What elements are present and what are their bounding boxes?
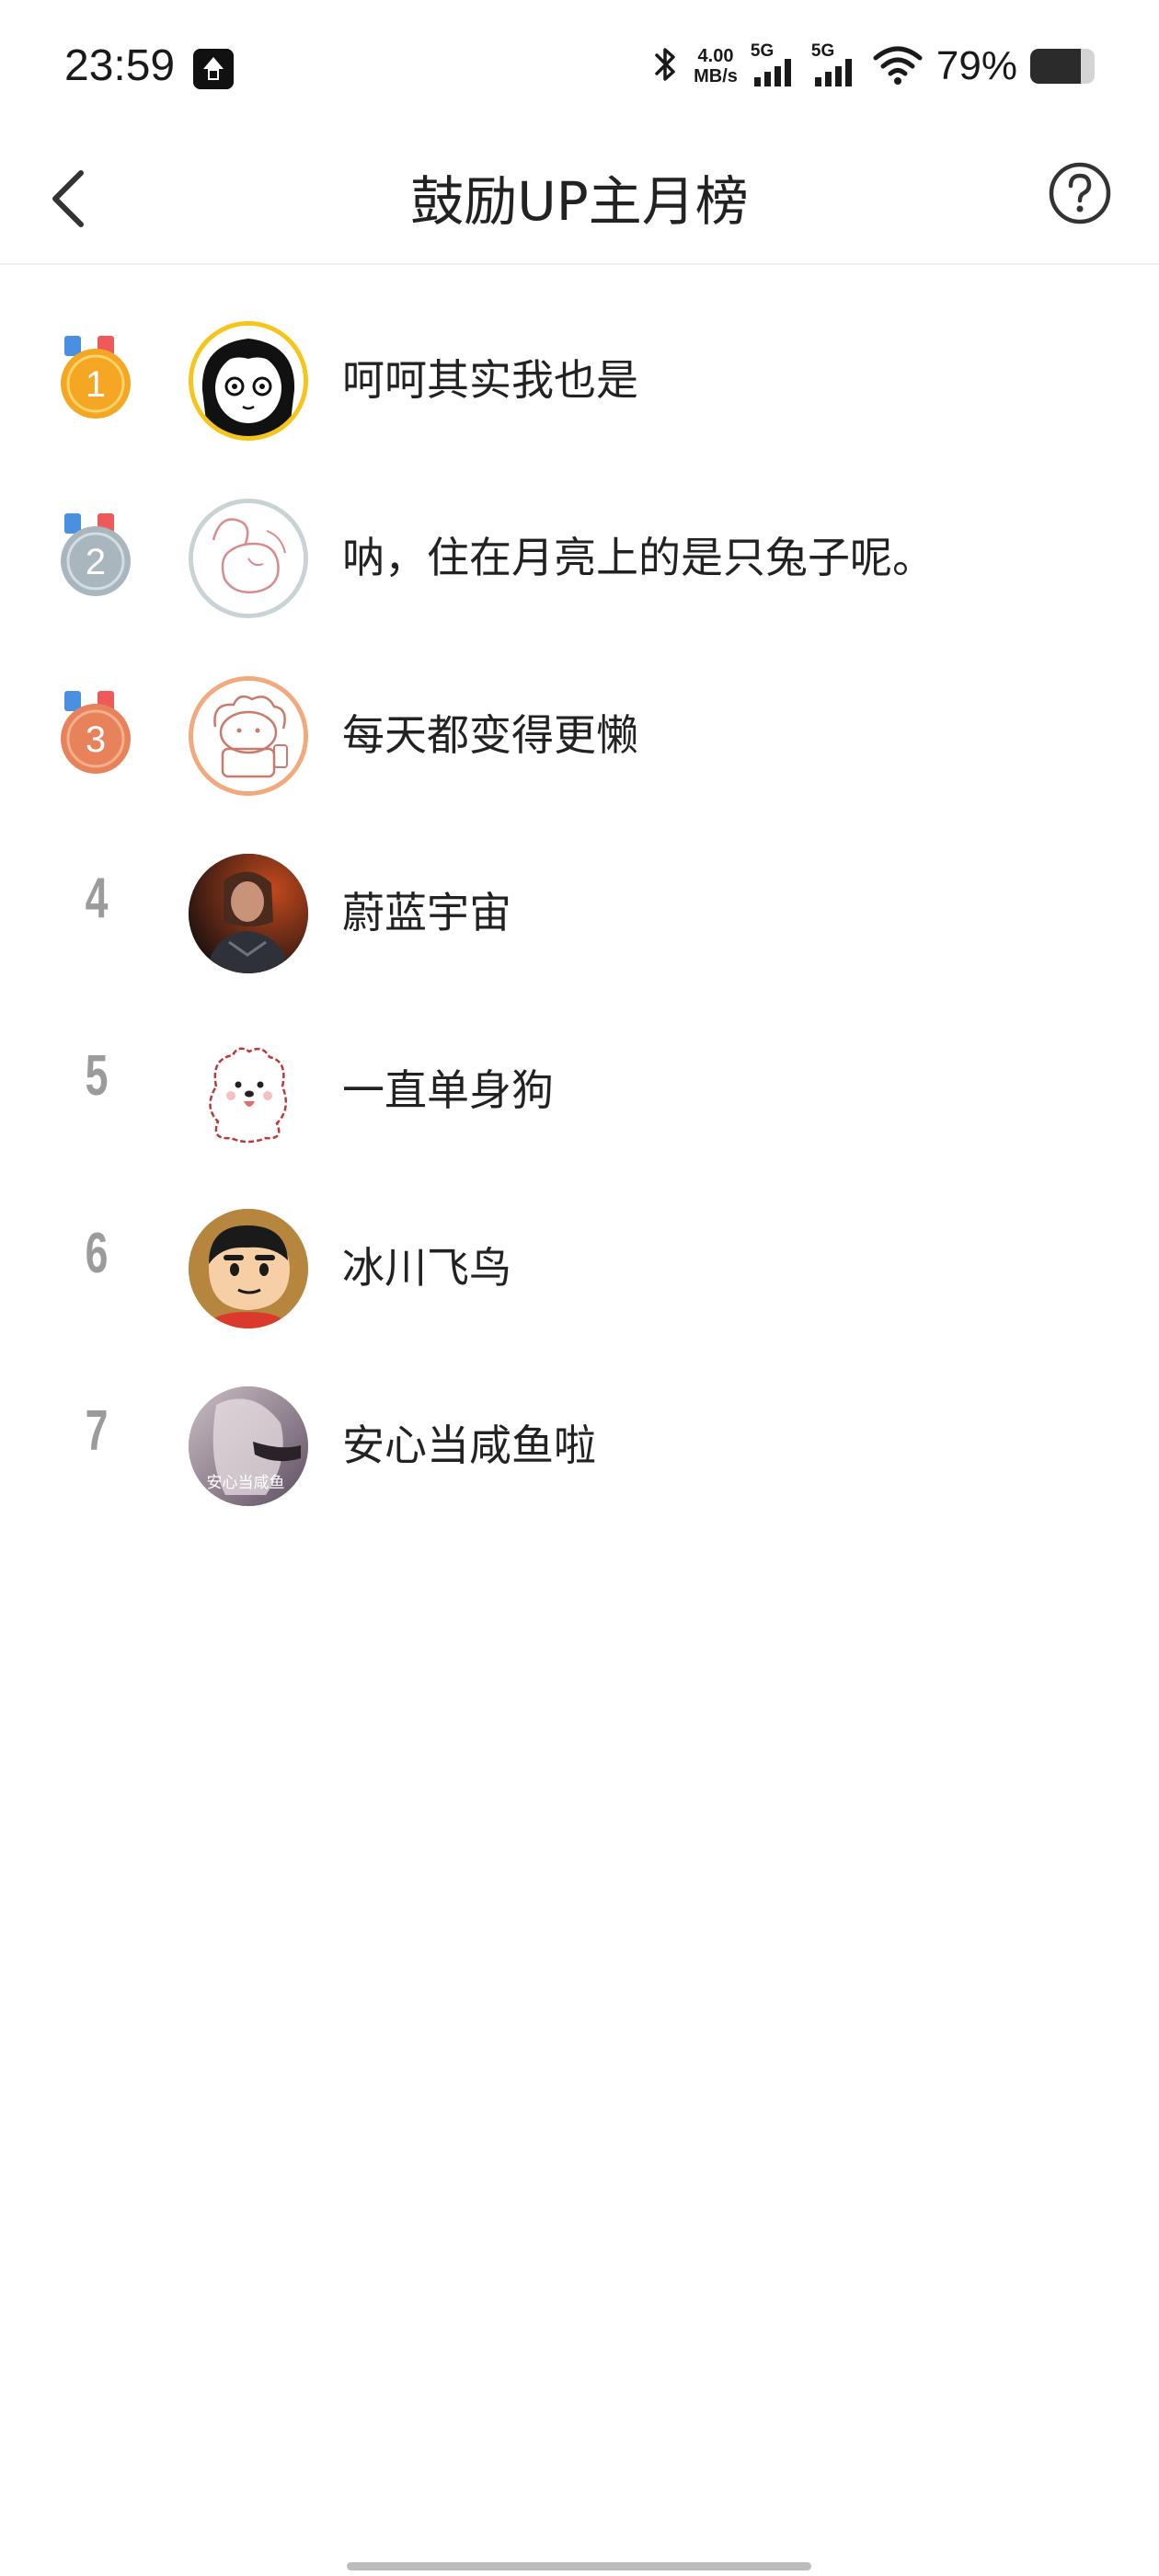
avatar[interactable] (189, 854, 308, 973)
avatar[interactable] (189, 1031, 308, 1151)
ranking-row[interactable]: 6 冰川飞鸟 (0, 1164, 1159, 1341)
username[interactable]: 每天都变得更懒 (342, 705, 638, 765)
rank-number: 7 (85, 1399, 109, 1463)
home-indicator[interactable] (347, 2562, 811, 2570)
avatar[interactable] (189, 321, 308, 441)
network-speed-value: 4.00 (697, 46, 734, 66)
cellular-signal-2-icon: 5G (811, 42, 859, 90)
ranking-list: 1 呵呵其实我也是 2 呐，住在月亮上的是只兔子呢。 3 每天都变得更懒 4 蔚… (0, 276, 1159, 1519)
avatar[interactable] (189, 499, 308, 618)
medal-rank-label: 1 (86, 364, 106, 405)
silver-medal-icon: 2 (55, 513, 138, 596)
question-circle-icon (1049, 162, 1111, 224)
rank-number: 4 (85, 867, 109, 930)
navigation-header: 鼓励UP主月榜 (0, 138, 1159, 265)
network-speed-unit: MB/s (694, 66, 738, 86)
wifi-icon (872, 43, 924, 89)
username[interactable]: 呐，住在月亮上的是只兔子呢。 (342, 527, 935, 588)
gold-medal-icon: 1 (55, 336, 138, 419)
medal-rank-label: 2 (86, 542, 106, 582)
ranking-row[interactable]: 5 一直单身狗 (0, 986, 1159, 1164)
network-speed: 4.00 MB/s (694, 46, 738, 86)
bronze-medal-icon: 3 (55, 691, 138, 774)
medal-rank-label: 3 (86, 719, 106, 760)
battery-icon (1030, 49, 1095, 84)
ranking-row[interactable]: 7 安心当咸鱼 安心当咸鱼啦 (0, 1341, 1159, 1519)
rank-number: 5 (85, 1044, 109, 1108)
notification-app-icon (193, 49, 234, 89)
page-title: 鼓励UP主月榜 (410, 170, 749, 233)
help-button[interactable] (1047, 160, 1113, 226)
bluetooth-icon (649, 44, 681, 88)
username[interactable]: 冰川飞鸟 (342, 1237, 511, 1298)
battery-level-fill (1030, 49, 1082, 84)
avatar[interactable]: 安心当咸鱼 (189, 1386, 308, 1506)
status-time: 23:59 (64, 41, 176, 90)
avatar-caption: 安心当咸鱼 (207, 1474, 285, 1492)
battery-percent: 79% (935, 43, 1017, 88)
ranking-row[interactable]: 3 每天都变得更懒 (0, 631, 1159, 809)
rank-number: 6 (85, 1222, 109, 1285)
avatar[interactable] (189, 676, 308, 796)
username[interactable]: 安心当咸鱼啦 (342, 1415, 596, 1476)
avatar[interactable] (189, 1209, 308, 1328)
username[interactable]: 呵呵其实我也是 (342, 350, 638, 410)
status-bar: 23:59 4.00 MB/s 5G 5G 79% (0, 0, 1159, 138)
cellular-signal-1-icon: 5G (751, 42, 798, 90)
ranking-row[interactable]: 1 呵呵其实我也是 (0, 276, 1159, 454)
ranking-row[interactable]: 2 呐，住在月亮上的是只兔子呢。 (0, 454, 1159, 631)
username[interactable]: 蔚蓝宇宙 (342, 882, 511, 943)
ranking-row[interactable]: 4 蔚蓝宇宙 (0, 809, 1159, 986)
username[interactable]: 一直单身狗 (342, 1060, 554, 1121)
